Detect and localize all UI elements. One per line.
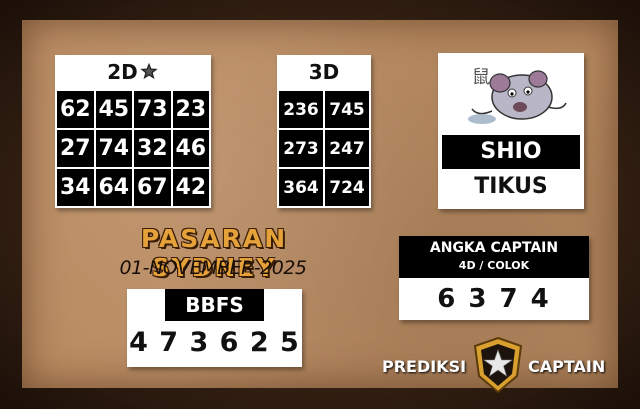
three-d-grid: 236 745 273 247 364 724 [277, 89, 371, 208]
angka-captain-card: ANGKA CAPTAIN 4D / COLOK 6 3 7 4 [399, 236, 589, 320]
three-d-card: 3D 236 745 273 247 364 724 [277, 55, 371, 208]
rat-icon: 鼠 [468, 67, 567, 124]
brand-right-word: CAPTAIN [528, 357, 606, 376]
svg-text:鼠: 鼠 [472, 67, 490, 88]
two-d-title: 2D [107, 60, 138, 84]
shio-label: SHIO [442, 135, 580, 169]
two-d-cell: 32 [134, 130, 171, 167]
bbfs-value: 4 7 3 6 2 5 [129, 327, 300, 358]
two-d-cell: 34 [57, 169, 94, 206]
market-date: 01-NOVEMBER-2025 [119, 257, 307, 279]
star-icon [138, 61, 160, 81]
angka-captain-sublabel: 4D / COLOK [458, 259, 530, 272]
angka-captain-header: ANGKA CAPTAIN 4D / COLOK [399, 236, 589, 278]
three-d-cell: 724 [325, 169, 369, 206]
three-d-header: 3D [277, 55, 371, 89]
shio-value: TIKUS [474, 174, 548, 199]
shield-star-icon [473, 336, 523, 394]
two-d-header: 2D [55, 55, 211, 89]
two-d-cell: 74 [95, 130, 132, 167]
angka-captain-label: ANGKA CAPTAIN [429, 240, 559, 256]
two-d-cell: 73 [134, 91, 171, 128]
two-d-cell: 64 [95, 169, 132, 206]
shio-card: 鼠 SHIO TIKUS [438, 53, 584, 209]
two-d-cell: 23 [172, 91, 209, 128]
brand-logo: PREDIKSI CAPTAIN [382, 336, 614, 394]
two-d-cell: 46 [172, 130, 209, 167]
three-d-cell: 247 [325, 130, 369, 167]
two-d-cell: 62 [57, 91, 94, 128]
bbfs-card: BBFS 4 7 3 6 2 5 [127, 289, 302, 367]
three-d-cell: 236 [279, 91, 323, 128]
two-d-grid: 62 45 73 23 27 74 32 46 34 64 67 42 [55, 89, 211, 208]
two-d-cell: 67 [134, 169, 171, 206]
three-d-cell: 364 [279, 169, 323, 206]
bbfs-label: BBFS [165, 289, 264, 321]
two-d-card: 2D 62 45 73 23 27 74 32 46 34 64 67 42 [55, 55, 211, 208]
two-d-cell: 45 [95, 91, 132, 128]
three-d-cell: 273 [279, 130, 323, 167]
two-d-cell: 27 [57, 130, 94, 167]
angka-captain-value: 6 3 7 4 [437, 284, 551, 314]
three-d-cell: 745 [325, 91, 369, 128]
brand-left-word: PREDIKSI [382, 357, 467, 376]
two-d-cell: 42 [172, 169, 209, 206]
